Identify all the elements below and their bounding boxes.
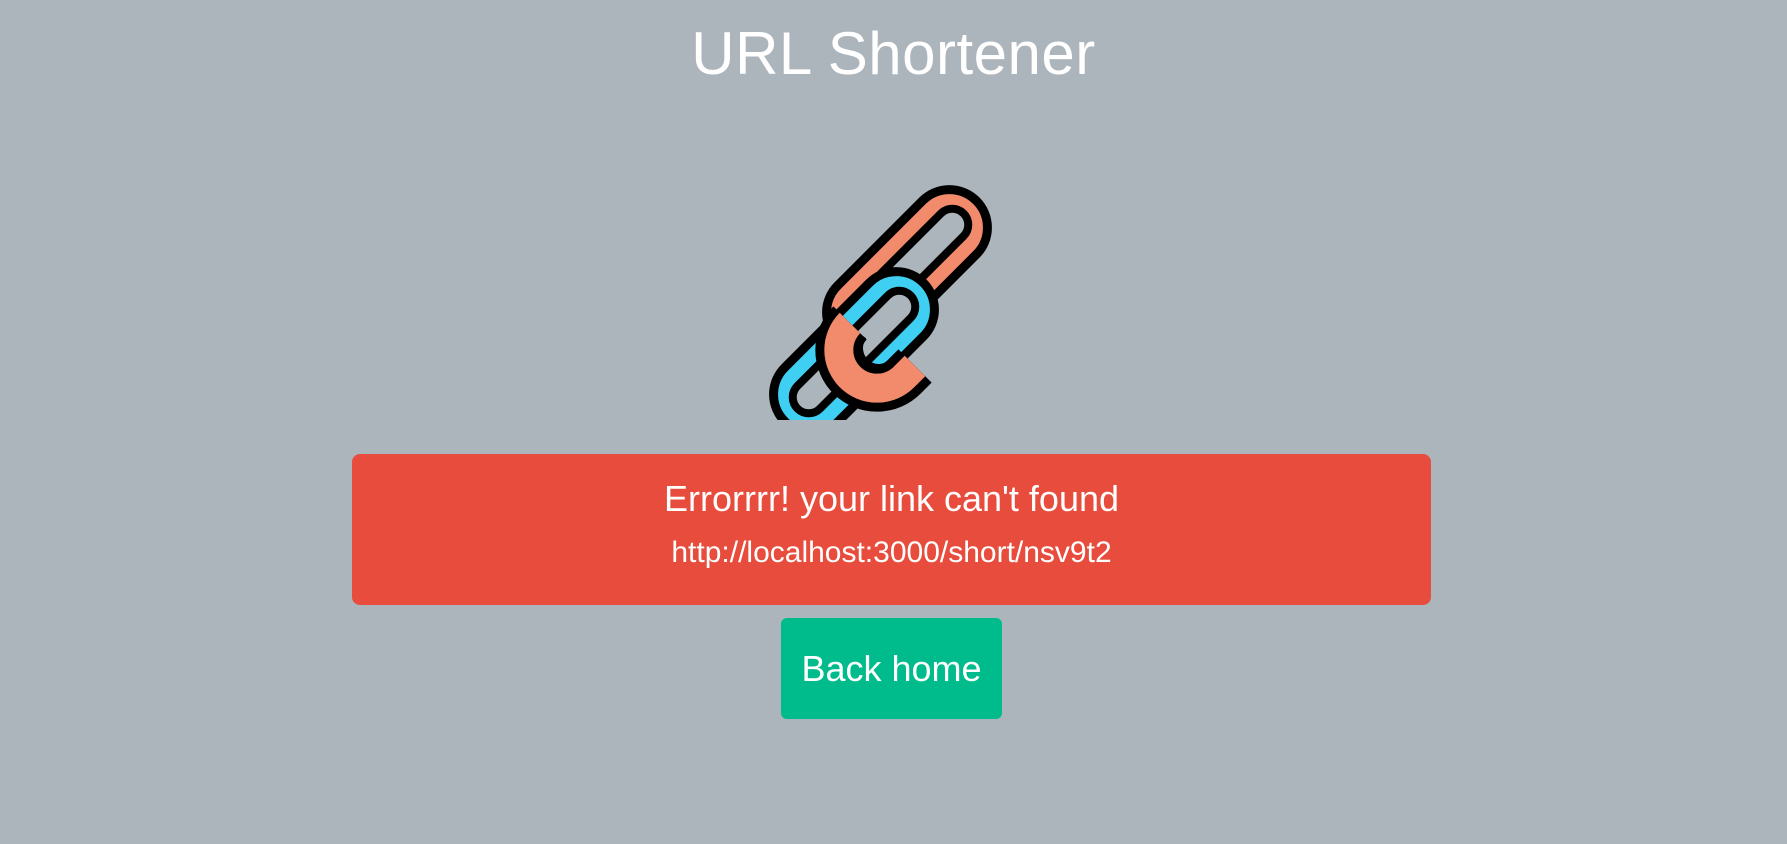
page: URL Shortener Errorrrr! your link can't … <box>0 0 1787 844</box>
page-title: URL Shortener <box>691 20 1096 87</box>
error-alert: Errorrrr! your link can't found http://l… <box>352 454 1431 605</box>
error-url: http://localhost:3000/short/nsv9t2 <box>671 536 1112 569</box>
chain-link-icon <box>769 185 992 420</box>
back-home-button[interactable]: Back home <box>781 618 1002 719</box>
error-message: Errorrrr! your link can't found <box>663 478 1120 519</box>
